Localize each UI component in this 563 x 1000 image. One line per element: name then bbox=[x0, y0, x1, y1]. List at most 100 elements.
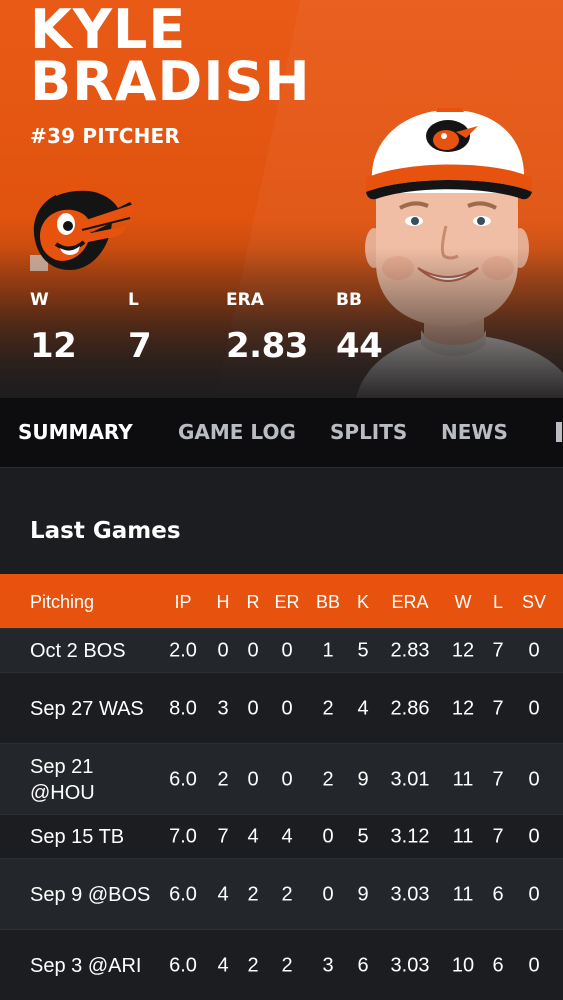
column-header-bb[interactable]: BB bbox=[316, 592, 340, 613]
tab-summary[interactable]: SUMMARY bbox=[18, 420, 133, 444]
stat-cell-ip: 2.0 bbox=[169, 639, 197, 662]
column-header-ip[interactable]: IP bbox=[174, 592, 191, 613]
stat-cell-era: 3.01 bbox=[390, 768, 430, 790]
stat-cell-h: 7 bbox=[217, 825, 229, 848]
column-header-k[interactable]: K bbox=[357, 592, 369, 613]
stat-cell-w: 10 bbox=[451, 954, 475, 976]
stat-cell-l: 7 bbox=[492, 697, 504, 719]
table-row[interactable]: Sep 15 TB 7.0 7 4 4 0 5 3.12 11 7 0 bbox=[0, 814, 563, 858]
stat-cell-l: 6 bbox=[492, 954, 504, 976]
stat-cell-k: 4 bbox=[357, 697, 369, 719]
column-header-h[interactable]: H bbox=[217, 592, 230, 613]
player-first-name: KYLE bbox=[30, 0, 187, 61]
tab-news[interactable]: NEWS bbox=[441, 420, 508, 444]
stat-cell-era: 3.12 bbox=[390, 825, 430, 848]
stat-cell-r: 0 bbox=[247, 697, 259, 719]
stat-value: 44 bbox=[336, 326, 383, 366]
table-row[interactable]: Sep 3 @ARI 6.0 4 2 2 3 6 3.03 10 6 0 bbox=[0, 929, 563, 1000]
stat-era: ERA 2.83 bbox=[226, 290, 308, 366]
section-title: Last Games bbox=[30, 518, 181, 544]
stat-cell-w: 12 bbox=[451, 639, 475, 662]
stat-cell-w: 11 bbox=[452, 883, 474, 905]
column-header-r[interactable]: R bbox=[247, 592, 260, 613]
tab-overflow-indicator[interactable] bbox=[556, 422, 562, 442]
stat-cell-r: 0 bbox=[247, 768, 259, 790]
stat-cell-sv: 0 bbox=[528, 954, 540, 976]
table-row[interactable]: Oct 2 BOS 2.0 0 0 0 1 5 2.83 12 7 0 bbox=[0, 628, 563, 672]
stat-cell-ip: 7.0 bbox=[169, 825, 197, 848]
stat-cell-sv: 0 bbox=[528, 768, 540, 790]
stat-value: 2.83 bbox=[226, 326, 308, 366]
table-header: Pitching IP H R ER BB K ERA W L SV bbox=[0, 574, 563, 628]
stat-cell-h: 0 bbox=[217, 639, 229, 662]
stat-cell-era: 3.03 bbox=[390, 954, 430, 976]
game-cell: Sep 27 WAS bbox=[30, 697, 144, 720]
stat-cell-h: 3 bbox=[217, 697, 229, 719]
game-cell: Sep 9 @BOS bbox=[30, 883, 151, 906]
stat-cell-sv: 0 bbox=[528, 639, 540, 662]
game-cell: Sep 15 TB bbox=[30, 826, 125, 848]
stat-cell-ip: 6.0 bbox=[169, 768, 197, 790]
stat-cell-l: 6 bbox=[492, 883, 504, 905]
column-header-game[interactable]: Pitching bbox=[30, 592, 94, 613]
stat-wins: W 12 bbox=[30, 290, 77, 366]
table-row[interactable]: Sep 27 WAS 8.0 3 0 0 2 4 2.86 12 7 0 bbox=[0, 672, 563, 743]
stat-cell-bb: 1 bbox=[322, 639, 334, 662]
column-header-w[interactable]: W bbox=[455, 592, 472, 613]
game-cell: Sep 21 @HOU bbox=[30, 755, 95, 804]
stat-cell-k: 9 bbox=[357, 883, 369, 905]
stat-cell-er: 2 bbox=[281, 954, 293, 976]
tab-splits[interactable]: SPLITS bbox=[330, 420, 407, 444]
stat-losses: L 7 bbox=[128, 290, 152, 366]
stat-label: L bbox=[128, 290, 139, 310]
player-header: KYLE BRADISH #39 PITCHER W 12 L 7 ERA 2.… bbox=[0, 0, 563, 398]
stat-cell-k: 5 bbox=[357, 825, 369, 848]
stat-cell-bb: 3 bbox=[322, 954, 334, 976]
column-header-er[interactable]: ER bbox=[274, 592, 299, 613]
stat-cell-er: 0 bbox=[281, 639, 293, 662]
tab-game-log[interactable]: GAME LOG bbox=[178, 420, 296, 444]
stat-cell-h: 2 bbox=[217, 768, 229, 790]
table-row[interactable]: Sep 9 @BOS 6.0 4 2 2 0 9 3.03 11 6 0 bbox=[0, 858, 563, 929]
last-games-section: Last Games bbox=[0, 468, 563, 574]
stat-cell-sv: 0 bbox=[528, 825, 540, 848]
stat-cell-k: 9 bbox=[357, 768, 369, 790]
stat-cell-bb: 0 bbox=[322, 883, 334, 905]
game-cell: Oct 2 BOS bbox=[30, 640, 126, 662]
stat-cell-r: 2 bbox=[247, 954, 259, 976]
stat-cell-ip: 6.0 bbox=[169, 954, 197, 976]
stat-label: W bbox=[30, 290, 49, 310]
stat-walks: BB 44 bbox=[336, 290, 383, 366]
stat-cell-r: 0 bbox=[247, 639, 259, 662]
stat-cell-era: 2.83 bbox=[390, 639, 430, 662]
game-cell: Sep 3 @ARI bbox=[30, 954, 142, 977]
column-header-sv[interactable]: SV bbox=[522, 592, 546, 613]
stat-cell-era: 3.03 bbox=[390, 883, 430, 905]
stat-cell-h: 4 bbox=[217, 883, 229, 905]
stat-cell-k: 6 bbox=[357, 954, 369, 976]
stat-cell-w: 12 bbox=[451, 697, 475, 719]
stat-cell-l: 7 bbox=[492, 825, 504, 848]
stat-label: BB bbox=[336, 290, 362, 310]
column-header-l[interactable]: L bbox=[493, 592, 503, 613]
stat-cell-er: 0 bbox=[281, 697, 293, 719]
stat-cell-ip: 6.0 bbox=[169, 883, 197, 905]
player-name: KYLE BRADISH bbox=[30, 0, 311, 113]
stat-cell-er: 0 bbox=[281, 768, 293, 790]
stat-cell-bb: 2 bbox=[322, 768, 334, 790]
stat-cell-sv: 0 bbox=[528, 883, 540, 905]
table-row[interactable]: Sep 21 @HOU 6.0 2 0 0 2 9 3.01 11 7 0 bbox=[0, 743, 563, 814]
jersey-and-position: #39 PITCHER bbox=[30, 124, 180, 148]
tab-bar: SUMMARY GAME LOG SPLITS NEWS bbox=[0, 398, 563, 468]
column-header-era[interactable]: ERA bbox=[391, 592, 428, 613]
stat-label: ERA bbox=[226, 290, 264, 310]
stat-cell-sv: 0 bbox=[528, 697, 540, 719]
stat-cell-ip: 8.0 bbox=[169, 697, 197, 719]
stat-cell-era: 2.86 bbox=[390, 697, 430, 719]
stat-cell-w: 11 bbox=[452, 825, 474, 848]
player-last-name: BRADISH bbox=[30, 50, 311, 113]
stat-cell-w: 11 bbox=[452, 768, 474, 790]
stat-cell-l: 7 bbox=[492, 639, 504, 662]
orioles-bird-icon[interactable] bbox=[26, 182, 136, 276]
stat-cell-er: 4 bbox=[281, 825, 293, 848]
